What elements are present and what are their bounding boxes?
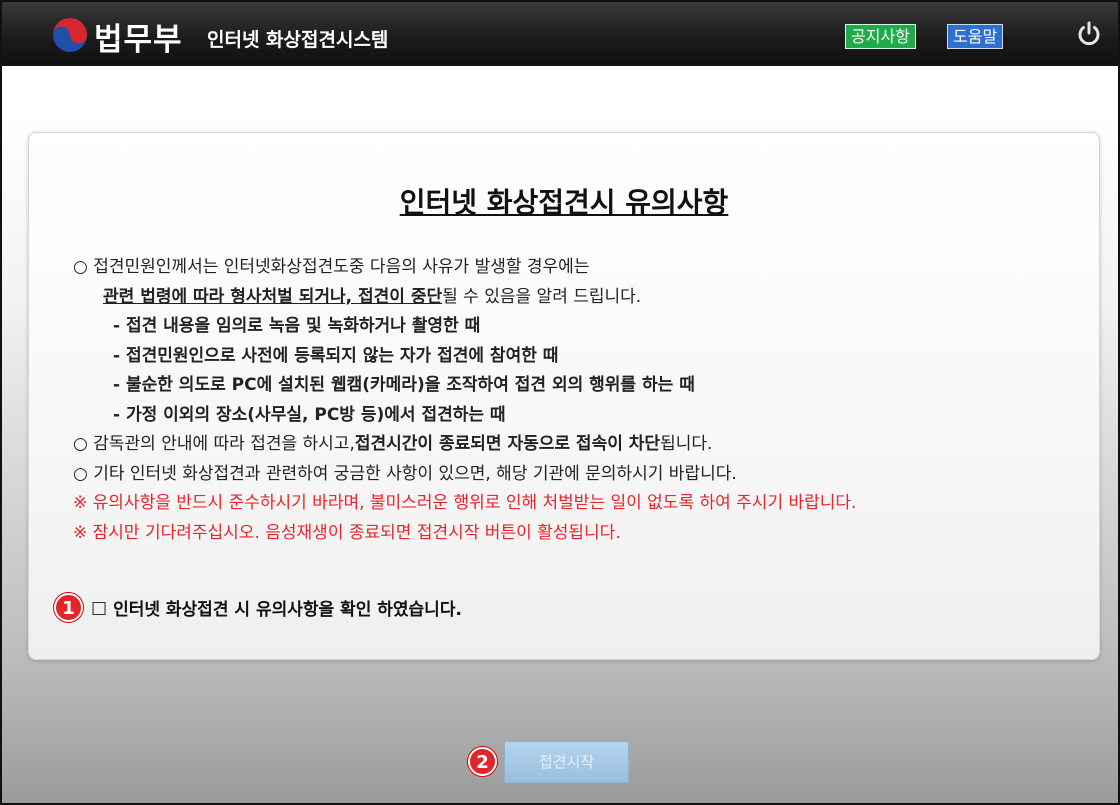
auto-disconnect-warning: 접견시간이 종료되면 자동으로 접속이 차단 — [354, 434, 661, 454]
notice-paragraph-2: ○ 감독관의 안내에 따라 접견을 하시고,접견시간이 종료되면 자동으로 접속… — [73, 430, 1083, 460]
notice-paragraph-1-cont: 관련 법령에 따라 형사처벌 되거나, 접견이 중단될 수 있음을 알려 드립니… — [73, 283, 1083, 313]
confirm-label[interactable]: 인터넷 화상접견 시 유의사항을 확인 하였습니다. — [113, 595, 462, 620]
step-badge-2: 2 — [468, 747, 497, 776]
warning-line-2: ※ 잠시만 기다려주십시오. 음성재생이 종료되면 접견시작 버튼이 활성됩니다… — [73, 522, 621, 543]
notice-item: - 접견민원인으로 사전에 등록되지 않는 자가 접견에 참여한 때 — [113, 345, 559, 366]
notice-item: - 가정 이외의 장소(사무실, PC방 등)에서 접견하는 때 — [113, 404, 506, 425]
taegeuk-logo-icon — [53, 18, 87, 52]
notice-paragraph-2-start: ○ 감독관의 안내에 따라 접견을 하시고, — [73, 434, 355, 454]
system-subtitle: 인터넷 화상접견시스템 — [207, 29, 389, 51]
notice-item: - 불순한 의도로 PC에 설치된 웹캠(카메라)을 조작하여 접견 외의 행위… — [113, 375, 695, 395]
start-visit-button[interactable]: 접견시작 — [504, 741, 629, 783]
notice-item: - 접견 내용을 임의로 녹음 및 녹화하거나 촬영한 때 — [113, 316, 481, 336]
help-button[interactable]: 도움말 — [947, 24, 1004, 49]
confirm-row[interactable]: 1 □ 인터넷 화상접견 시 유의사항을 확인 하였습니다. — [54, 593, 462, 622]
confirm-checkbox[interactable]: □ — [91, 598, 107, 618]
notice-paragraph-1: ○ 접견민원인께서는 인터넷화상접견도중 다음의 사유가 발생할 경우에는 — [73, 257, 590, 277]
brand-title: 법무부 — [94, 22, 183, 58]
notice-body: ○ 접견민원인께서는 인터넷화상접견도중 다음의 사유가 발생할 경우에는 관련… — [73, 253, 1083, 548]
notice-panel: 인터넷 화상접견시 유의사항 ○ 접견민원인께서는 인터넷화상접견도중 다음의 … — [28, 132, 1100, 660]
notice-paragraph-2-end: 됩니다. — [660, 434, 713, 454]
notice-title: 인터넷 화상접견시 유의사항 — [399, 186, 729, 219]
notice-paragraph-3: ○ 기타 인터넷 화상접견과 관련하여 궁금한 사항이 있으면, 해당 기관에 … — [73, 463, 737, 484]
step-badge-1: 1 — [54, 593, 83, 622]
power-icon[interactable] — [1074, 19, 1104, 49]
app-window: 법무부 인터넷 화상접견시스템 공지사항 도움말 인터넷 화상접견시 유의사항 … — [0, 0, 1120, 805]
penalty-warning: 관련 법령에 따라 형사처벌 되거나, 접견이 중단 — [103, 286, 443, 307]
header-bar: 법무부 인터넷 화상접견시스템 공지사항 도움말 — [2, 2, 1118, 66]
penalty-warning-rest: 될 수 있음을 알려 드립니다. — [442, 286, 642, 307]
notice-button[interactable]: 공지사항 — [845, 24, 916, 49]
warning-line-1: ※ 유의사항을 반드시 준수하시기 바라며, 불미스러운 행위로 인해 처벌받는… — [73, 493, 857, 513]
